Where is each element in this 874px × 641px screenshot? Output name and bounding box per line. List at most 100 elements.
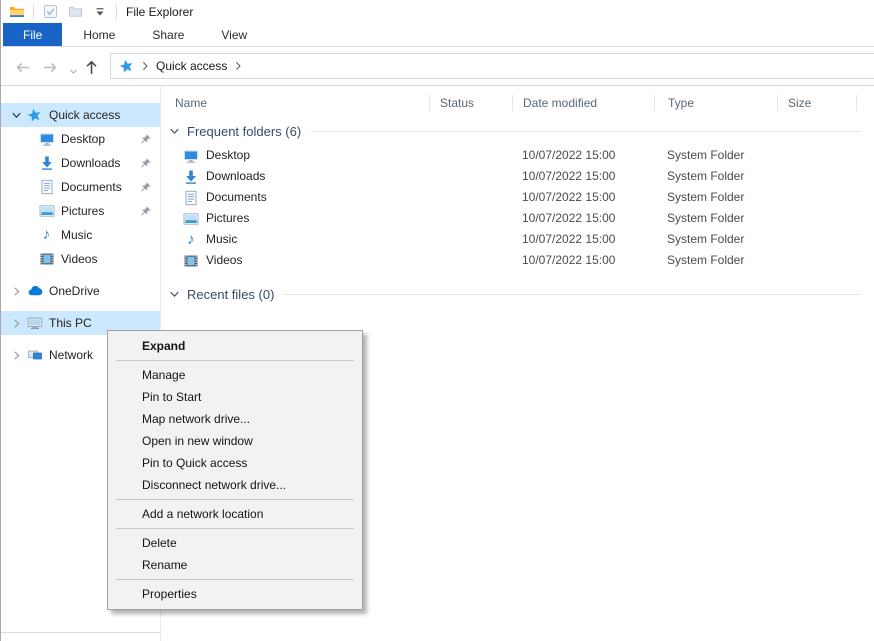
sidebar-item-downloads[interactable]: Downloads <box>0 151 160 175</box>
context-menu-item-delete[interactable]: Delete <box>108 532 362 554</box>
file-size-cell <box>778 229 857 250</box>
pin-icon <box>139 157 152 170</box>
file-size-cell <box>778 145 857 166</box>
breadcrumb[interactable]: Quick access <box>110 53 874 79</box>
sidebar-item-pictures[interactable]: Pictures <box>0 199 160 223</box>
file-name-cell: Documents <box>161 187 430 208</box>
context-menu-item-rename[interactable]: Rename <box>108 554 362 576</box>
forward-arrow-icon[interactable] <box>41 58 59 76</box>
file-name-label: Downloads <box>206 166 265 187</box>
file-row-filler <box>857 208 874 229</box>
tab-file[interactable]: File <box>3 23 62 46</box>
file-explorer-icon <box>8 3 26 21</box>
sidebar-item-onedrive[interactable]: OneDrive <box>0 279 160 303</box>
sidebar-item-label: Downloads <box>61 156 120 170</box>
tab-share[interactable]: Share <box>136 23 200 46</box>
pin-icon <box>139 181 152 194</box>
sidebar-item-documents[interactable]: Documents <box>0 175 160 199</box>
file-status-cell <box>430 229 513 250</box>
context-menu-item-expand[interactable]: Expand <box>108 335 362 357</box>
chevron-down-icon[interactable] <box>6 110 26 121</box>
breadcrumb-chevron-icon[interactable] <box>234 61 242 71</box>
file-row-desktop[interactable]: Desktop10/07/2022 15:00System Folder <box>161 145 874 166</box>
chevron-right-icon[interactable] <box>6 318 26 329</box>
context-menu-item-add-a-network-location[interactable]: Add a network location <box>108 503 362 525</box>
group-header-frequent-folders[interactable]: Frequent folders (6) <box>169 120 866 142</box>
column-header-row: Name Status Date modified Type Size <box>161 91 874 115</box>
file-date-modified-cell: 10/07/2022 15:00 <box>513 208 655 229</box>
file-status-cell <box>430 187 513 208</box>
column-header-name[interactable]: Name <box>161 91 430 115</box>
column-header-size[interactable]: Size <box>778 91 857 115</box>
music-icon: ♪ <box>38 227 55 243</box>
file-status-cell <box>430 208 513 229</box>
context-menu-item-pin-to-quick-access[interactable]: Pin to Quick access <box>108 452 362 474</box>
file-row-filler <box>857 166 874 187</box>
window-title: File Explorer <box>126 5 193 19</box>
file-name-cell: ♪Music <box>161 229 430 250</box>
back-arrow-icon[interactable] <box>13 58 31 76</box>
breadcrumb-location[interactable]: Quick access <box>156 59 227 73</box>
file-name-cell: Desktop <box>161 145 430 166</box>
file-row-videos[interactable]: Videos10/07/2022 15:00System Folder <box>161 250 874 271</box>
pictures-icon <box>183 211 199 227</box>
context-menu-item-manage[interactable]: Manage <box>108 364 362 386</box>
tab-home[interactable]: Home <box>67 23 131 46</box>
file-row-filler <box>857 250 874 271</box>
documents-icon <box>38 179 55 195</box>
status-bar-divider <box>0 632 161 633</box>
group-header-label: Frequent folders (6) <box>187 124 301 139</box>
videos-icon <box>38 251 55 267</box>
breadcrumb-chevron-icon[interactable] <box>141 61 149 71</box>
context-menu-item-open-in-new-window[interactable]: Open in new window <box>108 430 362 452</box>
column-header-filler <box>857 91 874 115</box>
column-header-date[interactable]: Date modified <box>513 91 655 115</box>
up-arrow-icon[interactable] <box>82 58 100 76</box>
file-type-cell: System Folder <box>655 250 778 271</box>
sidebar-item-quick-access[interactable]: Quick access <box>0 103 160 127</box>
recent-locations-chevron-icon[interactable] <box>64 62 82 80</box>
file-name-label: Documents <box>206 187 267 208</box>
sidebar-item-videos[interactable]: Videos <box>0 247 160 271</box>
chevron-down-icon[interactable] <box>169 126 183 137</box>
file-date-modified-cell: 10/07/2022 15:00 <box>513 229 655 250</box>
downloads-icon <box>38 155 55 171</box>
context-menu-item-pin-to-start[interactable]: Pin to Start <box>108 386 362 408</box>
sidebar-item-music[interactable]: ♪ Music <box>0 223 160 247</box>
chevron-right-icon[interactable] <box>6 350 26 361</box>
group-header-recent-files[interactable]: Recent files (0) <box>169 283 866 305</box>
file-row-music[interactable]: ♪Music10/07/2022 15:00System Folder <box>161 229 874 250</box>
chevron-right-icon[interactable] <box>6 286 26 297</box>
file-row-documents[interactable]: Documents10/07/2022 15:00System Folder <box>161 187 874 208</box>
onedrive-icon <box>26 283 43 299</box>
chevron-down-icon[interactable] <box>169 289 183 300</box>
qat-customize-icon[interactable] <box>91 3 109 21</box>
sidebar-item-label: Desktop <box>61 132 105 146</box>
properties-check-icon[interactable] <box>41 3 59 21</box>
file-type-cell: System Folder <box>655 187 778 208</box>
desktop-icon <box>38 131 55 147</box>
context-menu-item-map-network-drive[interactable]: Map network drive... <box>108 408 362 430</box>
new-folder-icon[interactable] <box>66 3 84 21</box>
desktop-icon <box>183 148 199 164</box>
titlebar-separator <box>33 5 34 19</box>
context-menu-item-properties[interactable]: Properties <box>108 583 362 605</box>
sidebar-item-label: Music <box>61 228 92 242</box>
file-size-cell <box>778 166 857 187</box>
sidebar-item-desktop[interactable]: Desktop <box>0 127 160 151</box>
file-size-cell <box>778 250 857 271</box>
file-row-filler <box>857 187 874 208</box>
column-header-type[interactable]: Type <box>655 91 778 115</box>
pin-icon <box>139 205 152 218</box>
network-icon <box>26 347 43 363</box>
file-row-pictures[interactable]: Pictures10/07/2022 15:00System Folder <box>161 208 874 229</box>
column-header-status[interactable]: Status <box>430 91 513 115</box>
file-name-cell: Videos <box>161 250 430 271</box>
context-menu-separator <box>116 528 354 529</box>
titlebar-separator <box>116 5 117 19</box>
tab-view[interactable]: View <box>205 23 263 46</box>
title-bar: File Explorer <box>0 0 874 23</box>
file-row-downloads[interactable]: Downloads10/07/2022 15:00System Folder <box>161 166 874 187</box>
context-menu-item-disconnect-network-drive[interactable]: Disconnect network drive... <box>108 474 362 496</box>
sidebar-item-label: Network <box>49 348 93 362</box>
